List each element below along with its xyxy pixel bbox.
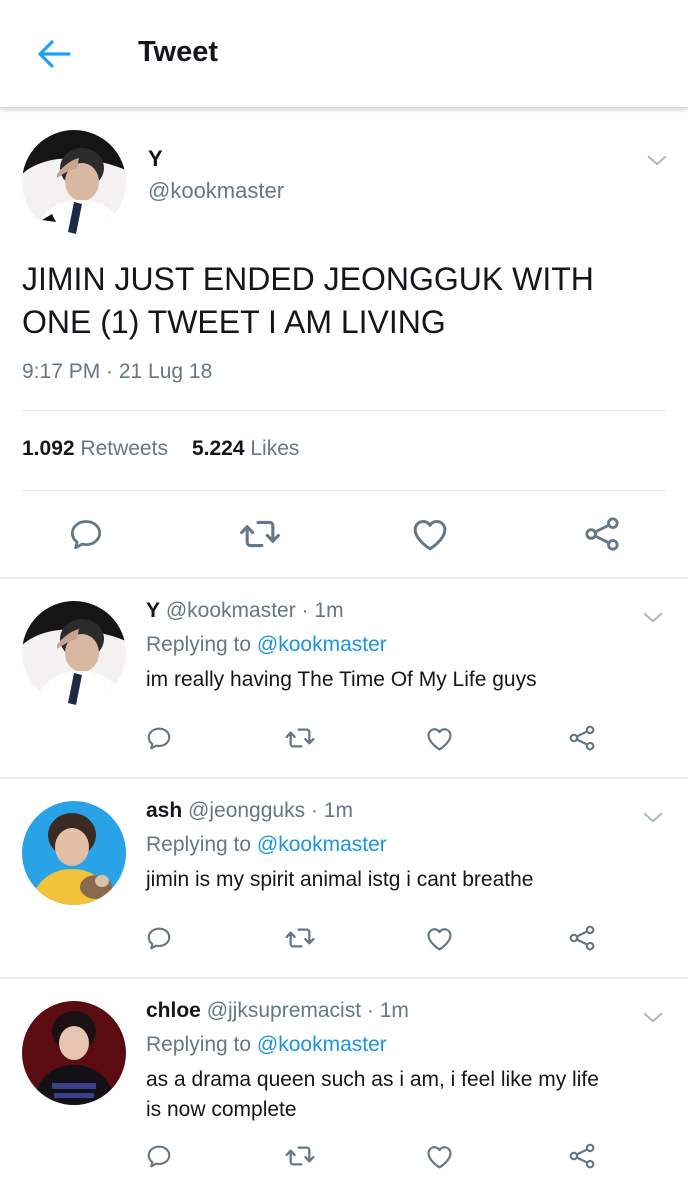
- share-button[interactable]: [565, 921, 599, 955]
- chevron-down-icon: [642, 610, 664, 625]
- tweet-stats: 1.092 Retweets 5.224 Likes: [22, 437, 299, 461]
- reply-tweet[interactable]: chloe @jjksupremacist · 1m Replying to @…: [0, 979, 688, 1200]
- author-handle[interactable]: @kookmaster: [148, 178, 284, 204]
- replying-to-mention[interactable]: @kookmaster: [257, 1033, 387, 1056]
- reply-button[interactable]: [142, 721, 176, 755]
- retweet-button[interactable]: [282, 921, 318, 955]
- reply-time: 1m: [379, 999, 409, 1022]
- like-button[interactable]: [422, 721, 456, 755]
- likes-stat[interactable]: 5.224 Likes: [192, 437, 299, 461]
- divider: [22, 490, 666, 491]
- like-button[interactable]: [422, 921, 456, 955]
- share-icon: [582, 514, 622, 554]
- reply-menu-button[interactable]: [638, 1005, 668, 1029]
- reply-text: jimin is my spirit animal istg i cant br…: [146, 868, 534, 891]
- retweets-count: 1.092: [22, 437, 75, 460]
- avatar[interactable]: [22, 601, 126, 705]
- reply-author-handle[interactable]: @kookmaster: [166, 599, 296, 622]
- reply-text: as a drama queen such as i am, i feel li…: [146, 1068, 599, 1121]
- retweet-button[interactable]: [236, 512, 284, 556]
- reply-menu-button[interactable]: [638, 605, 668, 629]
- share-icon: [567, 1141, 597, 1171]
- like-icon: [409, 513, 451, 555]
- retweet-icon: [284, 1140, 316, 1172]
- reply-time: 1m: [314, 599, 344, 622]
- divider: [22, 410, 666, 411]
- likes-count: 5.224: [191, 437, 245, 460]
- tweet-timestamp: 9:17 PM · 21 Lug 18: [22, 360, 213, 383]
- reply-header: ash @jeongguks · 1m: [146, 799, 353, 823]
- share-button[interactable]: [565, 721, 599, 755]
- replying-to-mention[interactable]: @kookmaster: [257, 833, 387, 856]
- reply-author-handle[interactable]: @jjksupremacist: [207, 999, 361, 1022]
- reply-header: Y @kookmaster · 1m: [146, 599, 344, 623]
- chevron-down-icon: [642, 810, 664, 825]
- reply-time: 1m: [323, 799, 353, 822]
- chevron-down-icon: [642, 1010, 664, 1025]
- reply-icon: [144, 723, 174, 753]
- chevron-down-icon: [646, 153, 668, 168]
- share-button[interactable]: [565, 1139, 599, 1173]
- retweets-label: Retweets: [80, 437, 168, 460]
- reply-menu-button[interactable]: [638, 805, 668, 829]
- retweet-icon: [284, 722, 316, 754]
- share-icon: [567, 923, 597, 953]
- back-button[interactable]: [30, 34, 78, 74]
- avatar-image: [22, 1001, 126, 1105]
- reply-button[interactable]: [142, 921, 176, 955]
- reply-author-name[interactable]: ash: [146, 799, 182, 822]
- share-icon: [567, 723, 597, 753]
- replying-to-prefix: Replying to: [146, 833, 252, 856]
- reply-button[interactable]: [64, 512, 108, 556]
- top-bar: Tweet: [0, 0, 688, 108]
- like-button[interactable]: [422, 1139, 456, 1173]
- retweets-stat[interactable]: 1.092 Retweets: [22, 437, 168, 461]
- retweet-button[interactable]: [282, 721, 318, 755]
- replying-to: Replying to @kookmaster: [146, 1033, 387, 1057]
- replying-to: Replying to @kookmaster: [146, 833, 387, 857]
- avatar-image: [22, 801, 126, 905]
- like-icon: [424, 1141, 455, 1172]
- likes-label: Likes: [250, 437, 300, 460]
- reply-tweet[interactable]: Y @kookmaster · 1m Replying to @kookmast…: [0, 579, 688, 777]
- reply-icon: [66, 514, 106, 554]
- page-title: Tweet: [138, 36, 219, 68]
- tweet-text: JIMIN JUST ENDED JEONGGUK WITH ONE (1) T…: [22, 261, 594, 340]
- reply-icon: [144, 923, 174, 953]
- reply-author-name[interactable]: Y: [146, 599, 160, 622]
- like-icon: [424, 923, 455, 954]
- reply-author-handle[interactable]: @jeongguks: [188, 799, 305, 822]
- replying-to-prefix: Replying to: [146, 1033, 252, 1056]
- reply-button[interactable]: [142, 1139, 176, 1173]
- reply-header: chloe @jjksupremacist · 1m: [146, 999, 409, 1023]
- retweet-icon: [284, 922, 316, 954]
- tweet-menu-button[interactable]: [642, 148, 672, 172]
- replying-to: Replying to @kookmaster: [146, 633, 387, 657]
- avatar[interactable]: [22, 801, 126, 905]
- avatar-image: [22, 601, 126, 705]
- dot-separator: ·: [301, 599, 309, 622]
- replying-to-mention[interactable]: @kookmaster: [257, 633, 387, 656]
- back-arrow-icon: [38, 40, 71, 68]
- avatar[interactable]: [22, 130, 126, 234]
- reply-author-name[interactable]: chloe: [146, 999, 201, 1022]
- retweet-icon: [238, 512, 282, 556]
- reply-tweet[interactable]: ash @jeongguks · 1m Replying to @kookmas…: [0, 779, 688, 977]
- reply-icon: [144, 1141, 174, 1171]
- reply-text: im really having The Time Of My Life guy…: [146, 668, 537, 691]
- dot-separator: ·: [366, 999, 374, 1022]
- avatar[interactable]: [22, 1001, 126, 1105]
- share-button[interactable]: [580, 512, 624, 556]
- replying-to-prefix: Replying to: [146, 633, 252, 656]
- retweet-button[interactable]: [282, 1139, 318, 1173]
- dot-separator: ·: [310, 799, 318, 822]
- author-name[interactable]: Y: [148, 146, 163, 172]
- avatar-image: [22, 130, 126, 234]
- like-button[interactable]: [408, 512, 452, 556]
- like-icon: [424, 723, 455, 754]
